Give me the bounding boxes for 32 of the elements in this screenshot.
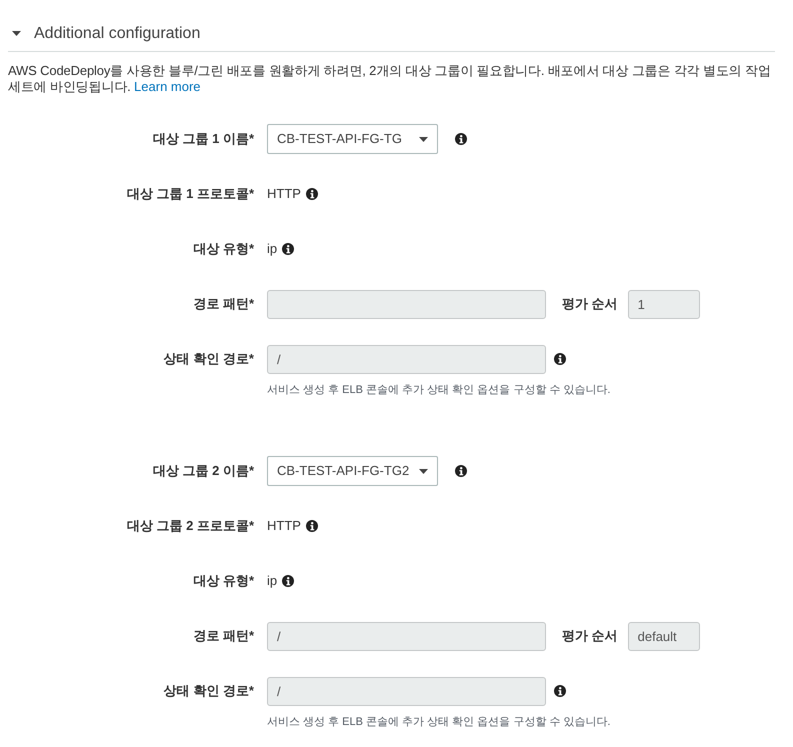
field-value: ip — [267, 240, 278, 258]
field-label: 경로 패턴* — [192, 295, 254, 314]
info-icon[interactable] — [306, 520, 318, 532]
field-label: 상태 확인 경로* — [162, 682, 254, 700]
info-icon[interactable] — [282, 243, 294, 255]
field-value: HTTP — [267, 185, 301, 204]
info-icon[interactable] — [455, 133, 467, 145]
learn-more-link[interactable]: Learn more — [134, 79, 201, 94]
caret-icon — [419, 468, 428, 474]
field-label: 평가 순서 — [562, 627, 618, 646]
field-label: 평가 순서 — [562, 295, 618, 314]
description-text: AWS CodeDeploy를 사용한 블루/그린 배포를 원활하게 하려면, 2개의 대상 그룹이 필요합니다. 배포에서 대상 그룹은 각각 별도의 작업 세트에 바인딩됩니다. Learn more — [8, 63, 772, 95]
field-label: 대상 그룹 1 프로토콜* — [126, 185, 254, 204]
info-icon[interactable] — [282, 575, 294, 587]
help-text: 서비스 생성 후 ELB 콘솔에 추가 상태 확인 옵션을 구성할 수 있습니다. — [267, 715, 612, 730]
field-label: 대상 그룹 2 프로토콜* — [126, 517, 254, 536]
info-icon[interactable] — [455, 465, 467, 477]
field-label: 대상 유형* — [192, 240, 254, 258]
field-label: 대상 유형* — [192, 572, 254, 590]
field-label: 상태 확인 경로* — [162, 350, 254, 368]
field-label: 대상 그룹 2 이름* — [152, 462, 254, 480]
help-text: 서비스 생성 후 ELB 콘솔에 추가 상태 확인 옵션을 구성할 수 있습니다. — [267, 383, 612, 398]
target-group-select[interactable]: CB-TEST-API-FG-TG — [267, 124, 438, 154]
field-label: 대상 그룹 1 이름* — [152, 130, 254, 148]
field-value: ip — [267, 572, 278, 590]
info-icon[interactable] — [306, 188, 318, 200]
field-label: 경로 패턴* — [192, 627, 254, 646]
caret-icon — [419, 136, 428, 142]
field-value: HTTP — [267, 517, 301, 536]
section-title[interactable]: Additional configuration — [34, 24, 200, 44]
target-group-select[interactable]: CB-TEST-API-FG-TG2 — [267, 456, 438, 486]
caret-icon[interactable] — [12, 31, 21, 36]
